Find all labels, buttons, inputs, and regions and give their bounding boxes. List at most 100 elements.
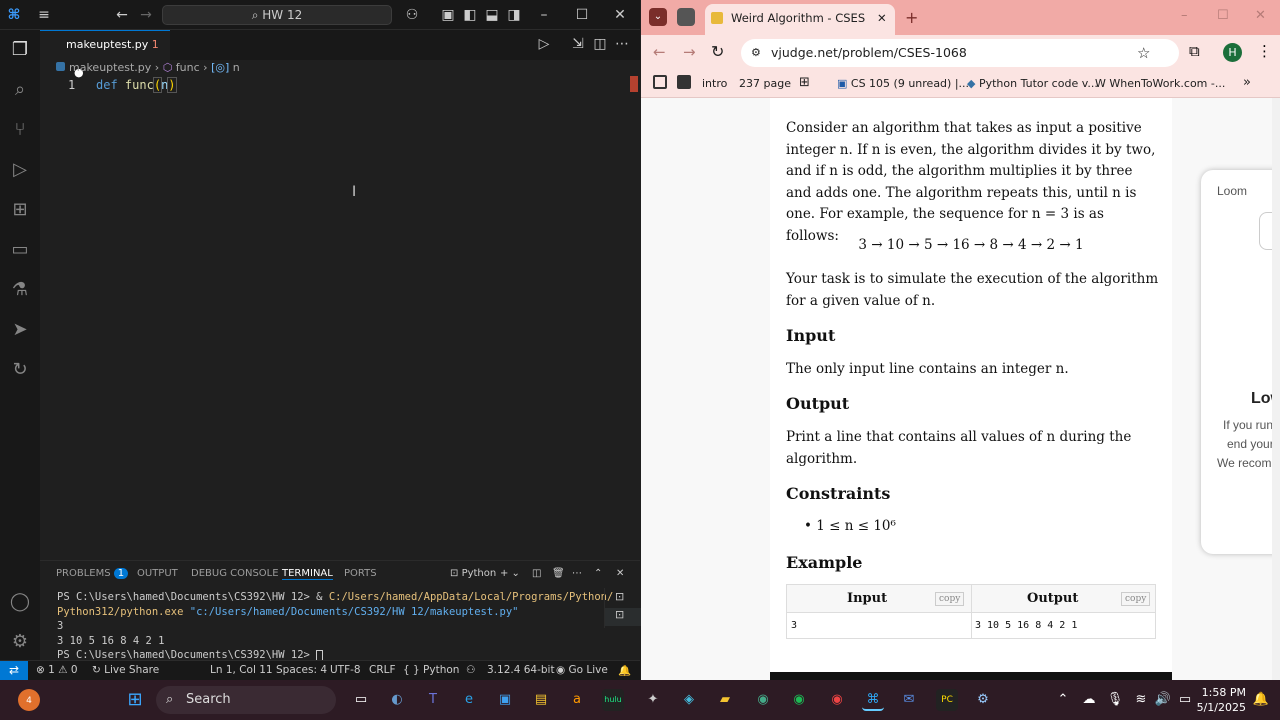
new-tab-icon[interactable]: + <box>905 8 918 27</box>
layout-icon[interactable]: ▣ <box>438 5 458 25</box>
close-icon[interactable]: ✕ <box>1255 8 1266 23</box>
terminal-instance-icon[interactable]: ⊡ <box>615 590 624 603</box>
microphone-icon[interactable]: 🎙 <box>1104 689 1126 711</box>
tab-output[interactable]: OUTPUT <box>137 568 178 579</box>
minimize-icon[interactable]: – <box>534 5 554 25</box>
site-info-icon[interactable]: ⚙ <box>751 39 761 67</box>
cloud-icon[interactable]: ☁ <box>1078 689 1100 711</box>
maximize-icon[interactable]: ☐ <box>572 5 592 25</box>
address-bar[interactable]: ⚙ vjudge.net/problem/CSES-1068 ☆ <box>741 39 1179 67</box>
toggle-panel-icon[interactable]: ⬓ <box>482 5 502 25</box>
more-actions-icon[interactable]: ⋯ <box>612 34 632 54</box>
search-icon[interactable]: ⌕ <box>8 78 32 102</box>
bookmark-python-tutor[interactable]: ◆ Python Tutor code v... <box>967 77 1098 90</box>
bookmark-app-icon[interactable] <box>653 75 667 89</box>
tab-ports[interactable]: PORTS <box>344 568 377 579</box>
encoding[interactable]: UTF-8 <box>330 664 361 676</box>
open-changes-icon[interactable]: ⇲ <box>568 34 588 54</box>
terminal-list[interactable]: ⊡ ⊡ <box>604 588 641 628</box>
kill-terminal-icon[interactable]: 🗑 <box>552 568 565 579</box>
windows-start-icon[interactable]: ⊞ <box>124 689 146 711</box>
bookmark-cs105[interactable]: ▣ CS 105 (9 unread) |... <box>837 77 969 90</box>
chrome-menu-icon[interactable]: ⋮ <box>1257 42 1272 60</box>
close-tab-icon[interactable]: ✕ <box>877 4 887 32</box>
edge-icon[interactable]: e <box>458 689 480 711</box>
line-ending[interactable]: CRLF <box>369 664 396 676</box>
split-editor-icon[interactable]: ◫ <box>590 34 610 54</box>
remote-explorer-icon[interactable]: ▭ <box>8 238 32 262</box>
store-icon[interactable]: ▣ <box>494 689 516 711</box>
tab-problems[interactable]: PROBLEMS 1 <box>56 568 129 579</box>
clock[interactable]: 1:58 PM 5/1/2025 <box>1196 685 1246 715</box>
cursor-position[interactable]: Ln 1, Col 11 <box>210 664 273 676</box>
vscode-taskbar-icon[interactable]: ⌘ <box>862 689 884 711</box>
breadcrumb-param[interactable]: n <box>233 61 240 74</box>
interpreter-version[interactable]: 3.12.4 64-bit <box>487 664 555 676</box>
terminal-shell-selector[interactable]: ⊡ Python <box>450 568 496 579</box>
battery-icon[interactable]: ▭ <box>1174 689 1196 711</box>
hulu-icon[interactable]: hulu <box>602 689 624 711</box>
notifications-icon[interactable]: 🔔 <box>1250 689 1272 711</box>
forward-arrow-icon[interactable]: → <box>136 5 156 25</box>
minimize-icon[interactable]: – <box>1181 8 1188 23</box>
deploy-icon[interactable]: ➤ <box>8 318 32 342</box>
bookmark-intro[interactable]: intro <box>702 77 727 90</box>
terminal-output[interactable]: PS C:\Users\hamed\Documents\CS392\HW 12>… <box>57 590 613 661</box>
toggle-sidebar-icon[interactable]: ◧ <box>460 5 480 25</box>
bookmark-star-icon[interactable]: ☆ <box>1137 39 1150 67</box>
live-share-icon[interactable]: ↻ <box>8 358 32 382</box>
maximize-icon[interactable]: ☐ <box>1217 8 1229 23</box>
close-icon[interactable]: ✕ <box>610 5 630 25</box>
app-icon[interactable]: ✉ <box>898 689 920 711</box>
bookmark-app-icon[interactable] <box>677 75 691 89</box>
editor-line-1[interactable]: 1 def func(n) <box>40 77 640 93</box>
copilot-icon[interactable]: ⚇ <box>402 5 422 25</box>
spotify-icon[interactable]: ◉ <box>788 689 810 711</box>
tab-search-icon[interactable]: ⌄ <box>649 8 667 26</box>
show-hidden-icons[interactable]: ⌃ <box>1052 689 1074 711</box>
explorer-icon[interactable]: ❐ <box>8 38 32 62</box>
sticky-notes-icon[interactable]: ▰ <box>714 689 736 711</box>
go-live[interactable]: ◉ Go Live <box>556 664 608 676</box>
teams-icon[interactable]: T <box>422 689 444 711</box>
extensions-icon[interactable]: ⧉ <box>1189 42 1200 60</box>
tab-makeuptest[interactable]: makeuptest.py 1 ● <box>40 30 170 79</box>
copy-output-button[interactable]: copy <box>1121 592 1151 606</box>
split-terminal-icon[interactable]: ◫ <box>532 568 541 579</box>
account-icon[interactable]: ◯ <box>8 590 32 614</box>
maximize-panel-icon[interactable]: ⌃ <box>594 568 602 579</box>
remote-icon[interactable]: ⇄ <box>0 661 28 681</box>
more-bookmarks-icon[interactable]: » <box>1243 75 1251 90</box>
workspace-icon[interactable] <box>677 8 695 26</box>
new-terminal-icon[interactable]: + ⌄ <box>500 568 520 579</box>
file-explorer-icon[interactable]: ▤ <box>530 689 552 711</box>
indentation[interactable]: Spaces: 4 <box>276 664 327 676</box>
breadcrumb-func[interactable]: func <box>176 61 200 74</box>
command-center[interactable]: ⌕ HW 12 <box>162 5 392 25</box>
problems-status[interactable]: ⊗ 1 ⚠ 0 <box>36 664 78 676</box>
close-panel-icon[interactable]: ✕ <box>616 568 624 579</box>
settings-gear-icon[interactable]: ⚙ <box>8 630 32 654</box>
settings-icon[interactable]: ⚙ <box>972 689 994 711</box>
weather-widget-icon[interactable]: 4 <box>18 689 40 711</box>
tab-terminal[interactable]: TERMINAL <box>282 568 333 580</box>
back-arrow-icon[interactable]: ← <box>112 5 132 25</box>
task-view-icon[interactable]: ▭ <box>350 689 372 711</box>
live-share-status[interactable]: ↻ Live Share <box>92 664 159 676</box>
toggle-secondary-sidebar-icon[interactable]: ◨ <box>504 5 524 25</box>
browser-tab-active[interactable]: Weird Algorithm - CSES 1068 ✕ <box>705 4 895 53</box>
menu-icon[interactable]: ≡ <box>34 5 54 25</box>
copilot-status-icon[interactable]: ⚇ <box>466 664 475 676</box>
language-mode[interactable]: { } Python <box>403 664 459 676</box>
run-icon[interactable]: ▷ <box>534 34 554 54</box>
chrome-icon[interactable]: ◉ <box>752 689 774 711</box>
apps-grid-icon[interactable]: ⊞ <box>799 75 810 90</box>
bookmark-whentowork[interactable]: W WhenToWork.com -... <box>1095 77 1225 90</box>
bookmark-237-page[interactable]: 237 page <box>739 77 791 90</box>
run-debug-icon[interactable]: ▷ <box>8 158 32 182</box>
chrome-profile-icon[interactable]: ◉ <box>826 689 848 711</box>
source-control-icon[interactable]: ⑂ <box>8 118 32 142</box>
app-icon[interactable]: ✦ <box>642 689 664 711</box>
breadcrumb-file[interactable]: makeuptest.py <box>69 61 151 74</box>
pycharm-icon[interactable]: PC <box>936 689 958 711</box>
